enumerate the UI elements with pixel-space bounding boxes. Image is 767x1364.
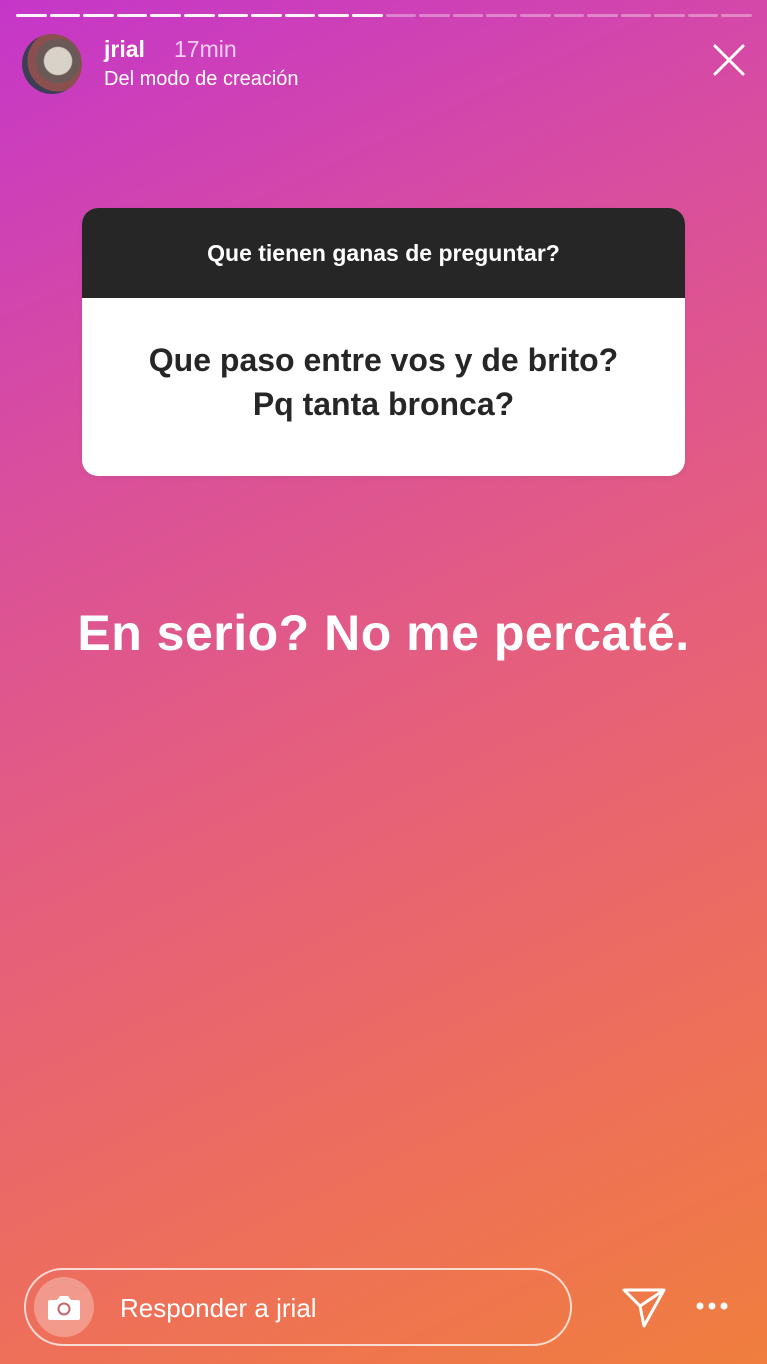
progress-segment: [183, 14, 215, 17]
question-answer-line-1: Que paso entre vos y de brito?: [148, 342, 619, 378]
reply-placeholder: Responder a jrial: [120, 1293, 317, 1323]
progress-segment: [687, 14, 719, 17]
progress-segment: [351, 14, 383, 17]
question-prompt: Que tienen ganas de preguntar?: [82, 208, 685, 298]
progress-segment: [452, 14, 484, 17]
progress-segment: [284, 14, 316, 17]
story-text: En serio? No me percaté.: [77, 605, 690, 661]
progress-segment: [217, 14, 249, 17]
progress-segment: [251, 14, 282, 17]
progress-segment: [620, 14, 652, 17]
progress-segment: [519, 14, 551, 17]
question-sticker: Que tienen ganas de preguntar? Que paso …: [82, 208, 685, 476]
progress-segment: [721, 14, 753, 17]
progress-segment: [654, 14, 685, 17]
reply-input[interactable]: Responder a jrial: [24, 1268, 572, 1346]
progress-segment: [419, 14, 450, 17]
progress-segment: [49, 14, 81, 17]
question-answer: Que paso entre vos y de brito? Pq tanta …: [82, 298, 685, 476]
story-progress-bar: [16, 14, 753, 18]
avatar[interactable]: [22, 34, 82, 94]
story-header: jrial 17min Del modo de creación: [22, 34, 749, 94]
question-answer-line-2: Pq tanta bronca?: [252, 386, 515, 422]
story-source-label: Del modo de creación: [104, 68, 299, 90]
close-icon[interactable]: [709, 40, 749, 80]
timestamp: 17min: [174, 36, 237, 62]
progress-segment: [116, 14, 148, 17]
camera-icon[interactable]: [34, 1277, 94, 1337]
username[interactable]: jrial: [104, 36, 145, 63]
progress-segment: [385, 14, 417, 17]
progress-segment: [587, 14, 618, 17]
progress-segment: [83, 14, 114, 17]
send-icon[interactable]: [621, 1286, 667, 1330]
progress-segment: [486, 14, 517, 17]
progress-segment: [16, 14, 47, 17]
progress-segment: [553, 14, 585, 17]
progress-segment: [150, 14, 181, 17]
more-options-icon[interactable]: [694, 1296, 734, 1316]
progress-segment: [318, 14, 349, 17]
